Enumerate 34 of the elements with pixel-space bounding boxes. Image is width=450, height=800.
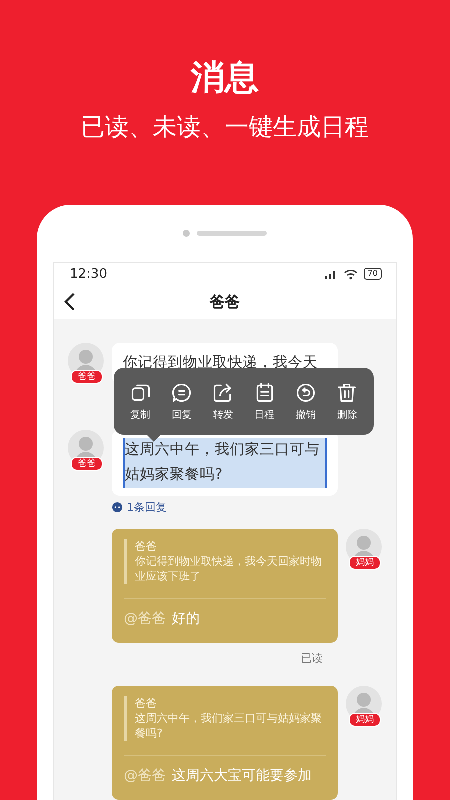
reply-icon xyxy=(170,382,193,404)
quoted-text: 这周六中午，我们家三口可与姑妈家聚餐吗? xyxy=(135,711,323,741)
delete-icon xyxy=(336,382,358,404)
subheadline: 已读、未读、一键生成日程 xyxy=(81,112,369,142)
camera-dot xyxy=(183,230,190,237)
reply-count-link[interactable]: 1条回复 xyxy=(127,500,167,515)
menu-item[interactable]: 撤销 xyxy=(294,382,317,422)
avatar-name-label: 爸爸 xyxy=(71,370,103,384)
message-text: @爸爸 这周六大宝可能要参加 xyxy=(124,767,313,786)
menu-item[interactable]: 回复 xyxy=(170,382,193,422)
menu-item[interactable]: 日程 xyxy=(254,382,276,422)
menu-item[interactable]: 转发 xyxy=(212,382,234,422)
chat-title: 爸爸 xyxy=(210,292,240,312)
message-text: 这周六中午，我们家三口可与姑妈家聚餐吗? xyxy=(123,438,327,488)
quote-author: 爸爸 xyxy=(135,539,158,554)
message-bubble[interactable]: 这周六中午，我们家三口可与姑妈家聚餐吗? xyxy=(112,430,338,496)
status-time: 12:30 xyxy=(70,266,108,282)
signal-icon xyxy=(324,269,338,279)
chat-bubble-icon xyxy=(112,502,123,513)
avatar-name-label: 爸爸 xyxy=(71,457,103,471)
back-icon[interactable] xyxy=(64,293,76,311)
headline: 消息 xyxy=(191,58,259,98)
quoted-text: 你记得到物业取快递，我今天回家时物业应该下班了 xyxy=(135,554,323,584)
wifi-icon xyxy=(344,268,358,280)
battery-indicator: 70 xyxy=(364,268,382,280)
read-status: 已读 xyxy=(301,651,323,666)
speaker-bar xyxy=(197,231,267,236)
menu-item[interactable]: 复制 xyxy=(130,382,152,422)
message-text: @爸爸 好的 xyxy=(124,610,201,629)
quote-author: 爸爸 xyxy=(135,696,158,711)
avatar-name-label: 妈妈 xyxy=(349,713,381,727)
menu-item[interactable]: 删除 xyxy=(336,382,358,422)
recall-icon xyxy=(294,382,317,404)
avatar-name-label: 妈妈 xyxy=(349,556,381,570)
